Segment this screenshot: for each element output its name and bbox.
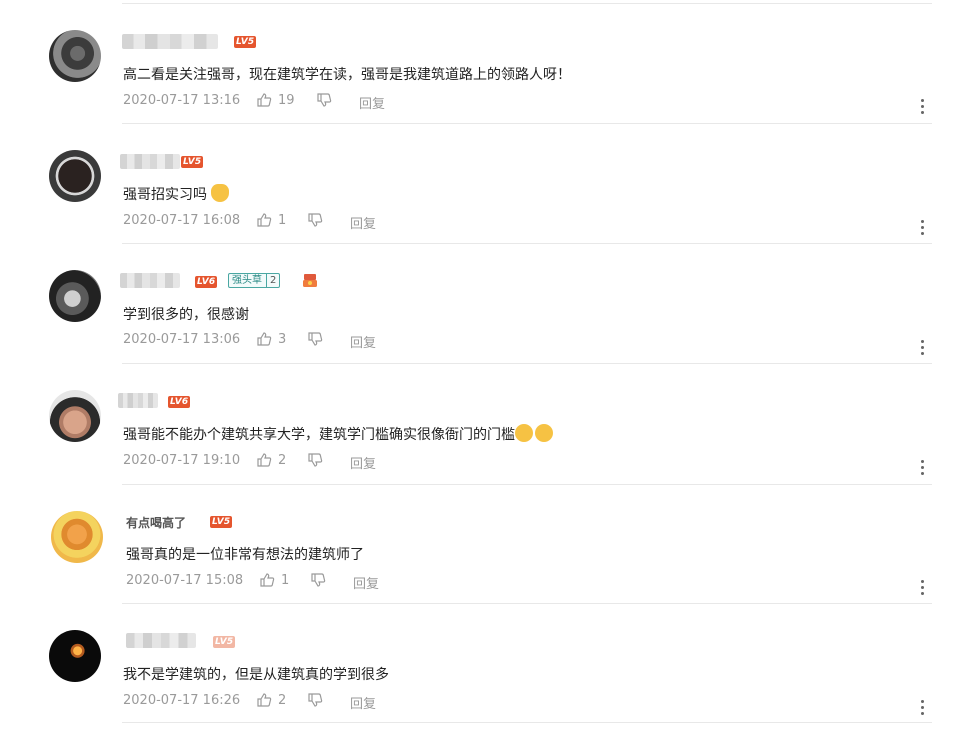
divider: [122, 722, 932, 723]
username-masked[interactable]: [120, 154, 180, 169]
like-count: 1: [281, 573, 290, 588]
crying-face-icon: [535, 424, 553, 442]
avatar[interactable]: [49, 30, 101, 82]
thumbs-down-icon[interactable]: [316, 92, 332, 108]
avatar[interactable]: [49, 270, 101, 322]
avatar[interactable]: [49, 630, 101, 682]
comment-time: 2020-07-17 15:08: [126, 573, 244, 588]
level-badge: LV6: [168, 396, 191, 408]
reply-button[interactable]: 回复: [350, 213, 376, 232]
comment-time: 2020-07-17 13:06: [123, 332, 241, 347]
username-masked[interactable]: [120, 273, 180, 288]
divider: [122, 603, 932, 604]
level-badge: LV5: [210, 516, 233, 528]
thumbs-up-icon[interactable]: [256, 452, 272, 468]
fan-badge-level: 2: [266, 274, 276, 287]
avatar[interactable]: [51, 511, 103, 563]
medal-icon: [303, 274, 317, 287]
username-masked[interactable]: [118, 393, 158, 408]
divider: [122, 243, 932, 244]
more-vertical-icon[interactable]: [921, 220, 925, 236]
reply-button[interactable]: 回复: [359, 93, 385, 112]
comment-time: 2020-07-17 16:26: [123, 693, 241, 708]
username-masked[interactable]: [126, 633, 196, 648]
reply-button[interactable]: 回复: [350, 693, 376, 712]
like-count: 1: [278, 213, 287, 228]
fan-badge: 强头草 2: [228, 273, 281, 288]
comment-time: 2020-07-17 13:16: [123, 93, 241, 108]
avatar[interactable]: [49, 150, 101, 202]
reply-button[interactable]: 回复: [350, 332, 376, 351]
divider: [122, 484, 932, 485]
comment-text: 我不是学建筑的，但是从建筑真的学到很多: [123, 667, 389, 683]
like-count: 2: [278, 693, 287, 708]
thumbs-up-icon[interactable]: [259, 572, 275, 588]
fan-badge-label: 强头草: [232, 275, 262, 286]
comment-text: 强哥招实习吗: [123, 184, 230, 204]
divider: [122, 123, 932, 124]
level-badge: LV6: [195, 276, 218, 288]
top-divider: [122, 3, 932, 4]
comment-text: 强哥真的是一位非常有想法的建筑师了: [126, 547, 364, 563]
thumbs-down-icon[interactable]: [310, 572, 326, 588]
comment-text-content: 强哥能不能办个建筑共享大学，建筑学门槛确实很像衙门的门槛: [123, 427, 515, 443]
avatar[interactable]: [49, 390, 101, 442]
comment-text: 学到很多的，很感谢: [123, 307, 249, 323]
username[interactable]: 有点喝高了: [126, 514, 186, 531]
reply-button[interactable]: 回复: [350, 453, 376, 472]
divider: [122, 363, 932, 364]
thumbs-up-icon[interactable]: [256, 92, 272, 108]
thumbs-down-icon[interactable]: [307, 692, 323, 708]
level-badge: LV5: [234, 36, 257, 48]
like-count: 3: [278, 332, 287, 347]
thumbs-down-icon[interactable]: [307, 452, 323, 468]
thumbs-up-icon[interactable]: [256, 212, 272, 228]
cat-face-emoji-icon: [211, 184, 230, 202]
thumbs-up-icon[interactable]: [256, 692, 272, 708]
thumbs-down-icon[interactable]: [307, 212, 323, 228]
comment-text: 高二看是关注强哥，现在建筑学在读，强哥是我建筑道路上的领路人呀！: [123, 67, 571, 83]
more-vertical-icon[interactable]: [921, 460, 925, 476]
reply-button[interactable]: 回复: [353, 573, 379, 592]
thumbs-up-icon[interactable]: [256, 331, 272, 347]
level-badge: LV5: [181, 156, 204, 168]
comment-time: 2020-07-17 16:08: [123, 213, 241, 228]
more-vertical-icon[interactable]: [921, 700, 925, 716]
more-vertical-icon[interactable]: [921, 340, 925, 356]
comment-text-content: 强哥招实习吗: [123, 187, 207, 203]
level-badge: LV5: [213, 636, 236, 648]
like-count: 2: [278, 453, 287, 468]
crying-face-icon: [515, 424, 533, 442]
like-count: 19: [278, 93, 295, 108]
comment-time: 2020-07-17 19:10: [123, 453, 241, 468]
more-vertical-icon[interactable]: [921, 99, 925, 115]
thumbs-down-icon[interactable]: [307, 331, 323, 347]
username-masked[interactable]: [122, 34, 218, 49]
more-vertical-icon[interactable]: [921, 580, 925, 596]
comment-text: 强哥能不能办个建筑共享大学，建筑学门槛确实很像衙门的门槛: [123, 424, 553, 444]
